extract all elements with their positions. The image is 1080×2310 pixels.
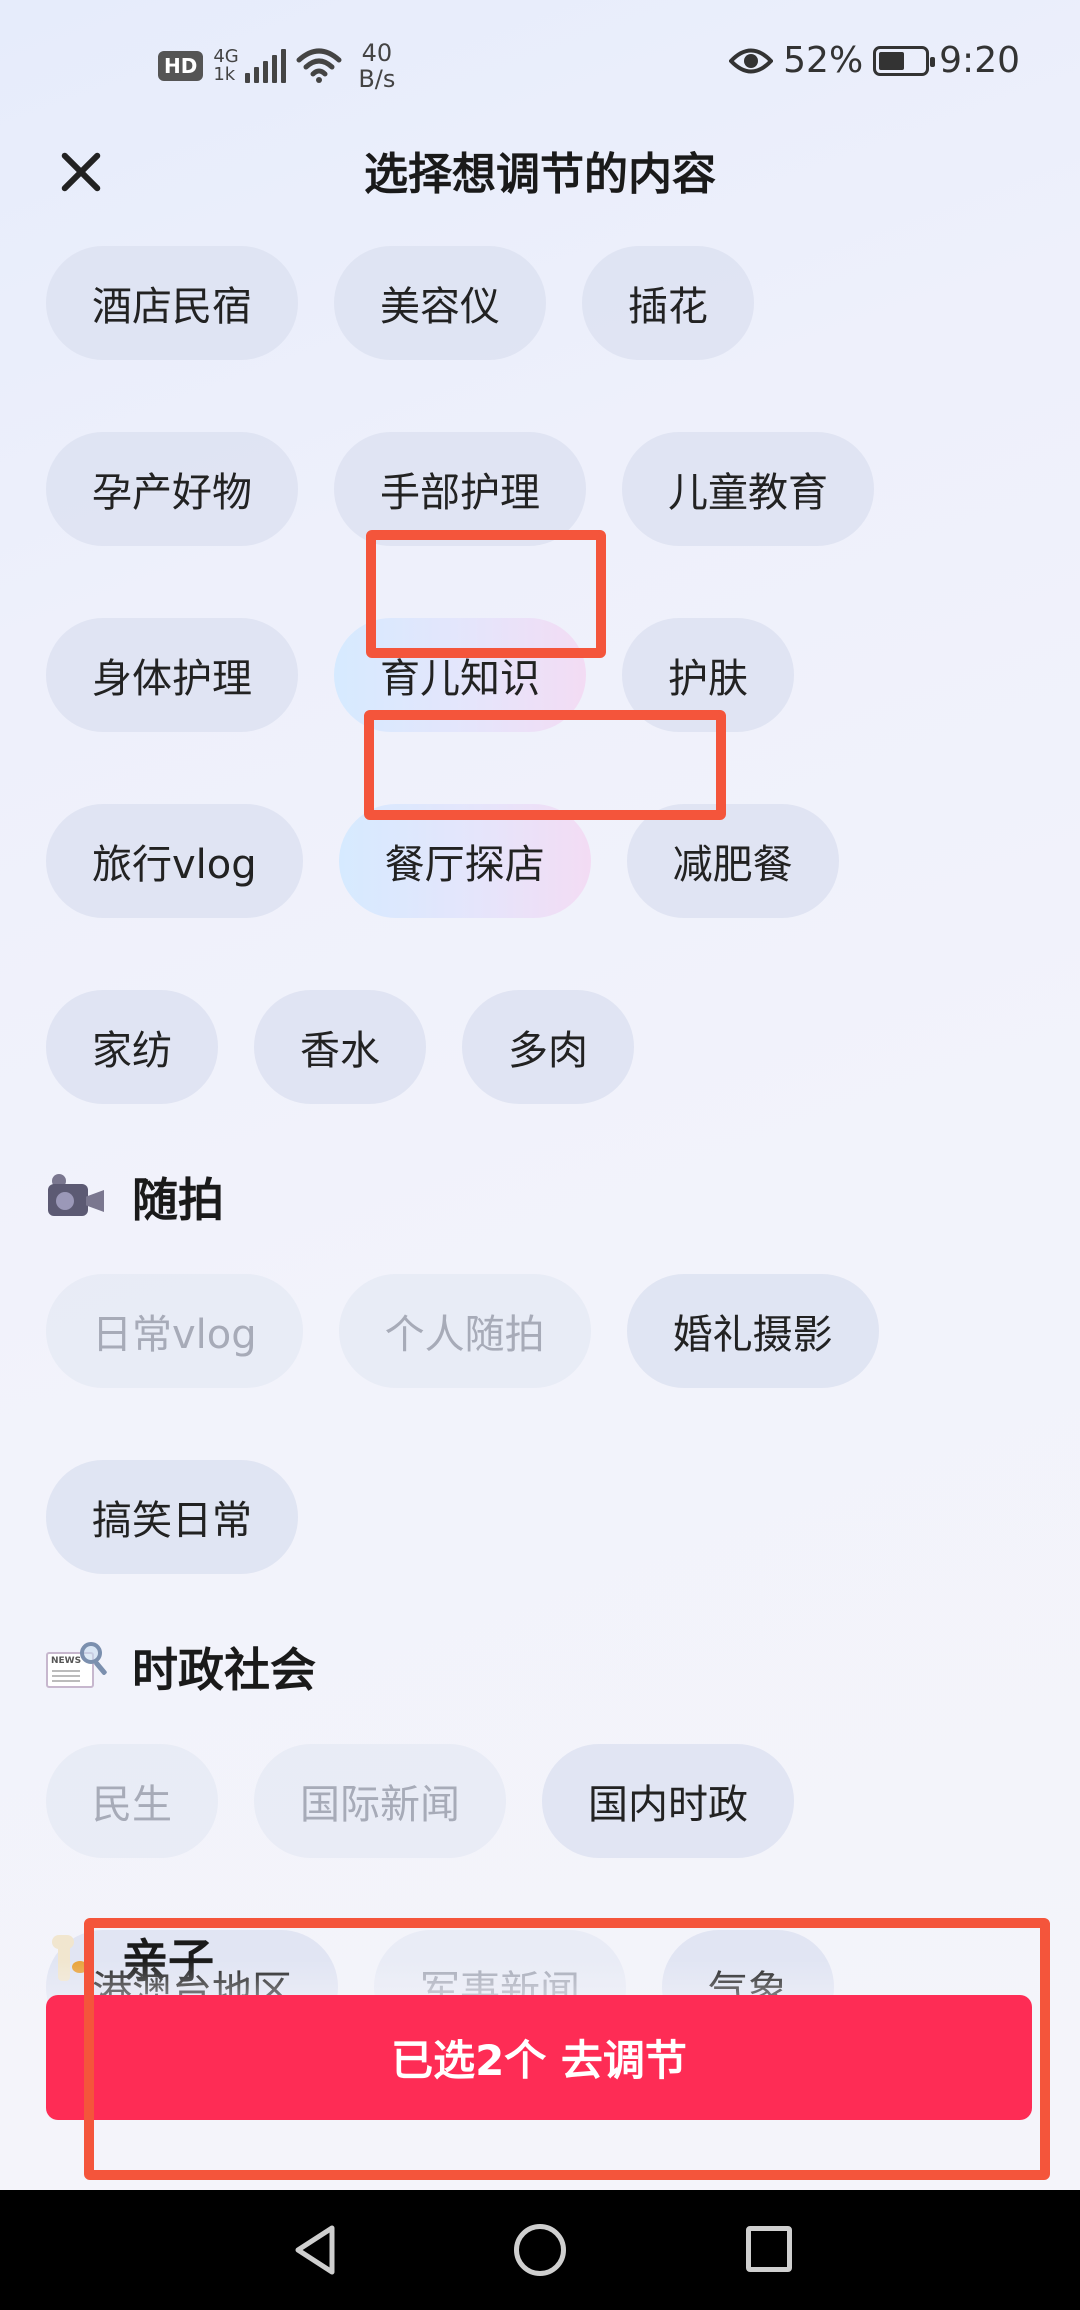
net-speed-value: 40 <box>361 39 393 67</box>
navigation-bar <box>0 2190 1080 2310</box>
chip[interactable]: 减肥餐 <box>626 804 839 918</box>
chip-disabled[interactable]: 个人随拍 <box>338 1274 591 1388</box>
chip[interactable]: 护肤 <box>622 618 794 732</box>
section-header-shizheng: NEWS 时政社会 <box>46 1634 1046 1700</box>
chip[interactable]: 国内时政 <box>542 1744 794 1858</box>
net-speed-unit: B/s <box>358 65 396 93</box>
cellular-signal-icon <box>245 49 287 83</box>
confirm-adjust-button[interactable]: 已选2个 去调节 <box>46 1995 1032 2120</box>
hd-badge: HD <box>158 51 204 81</box>
section-title: 时政社会 <box>132 1643 316 1697</box>
net-speed: 40 B/s <box>358 40 395 92</box>
chip[interactable]: 手部护理 <box>334 432 586 546</box>
chip-group-top: 酒店民宿 美容仪 插花 孕产好物 手部护理 儿童教育 身体护理 育儿知识 护肤 … <box>46 246 1046 1104</box>
header: 选择想调节的内容 <box>0 120 1080 220</box>
wifi-icon <box>296 48 342 83</box>
chip[interactable]: 多肉 <box>462 990 634 1104</box>
chip-selected[interactable]: 餐厅探店 <box>338 804 591 918</box>
content-list: 酒店民宿 美容仪 插花 孕产好物 手部护理 儿童教育 身体护理 育儿知识 护肤 … <box>46 246 1046 2044</box>
news-icon-text: NEWS <box>51 1656 82 1666</box>
status-left: HD 4G 1k 40 B/s <box>158 40 395 92</box>
chip[interactable]: 孕产好物 <box>46 432 298 546</box>
chip-disabled[interactable]: 日常vlog <box>46 1274 303 1388</box>
chip[interactable]: 搞笑日常 <box>46 1460 298 1574</box>
chip[interactable]: 婚礼摄影 <box>626 1274 879 1388</box>
chip[interactable]: 身体护理 <box>46 618 298 732</box>
chip[interactable]: 酒店民宿 <box>46 246 298 360</box>
chip-disabled[interactable]: 国际新闻 <box>254 1744 506 1858</box>
chip[interactable]: 旅行vlog <box>46 804 303 918</box>
battery-percent: 52% <box>783 40 864 81</box>
chip-selected[interactable]: 育儿知识 <box>334 618 586 732</box>
chip-disabled[interactable]: 民生 <box>46 1744 218 1858</box>
home-circle-icon[interactable] <box>514 2224 566 2276</box>
network-sub: 1k <box>213 64 236 85</box>
back-triangle-icon[interactable] <box>288 2222 344 2278</box>
chip[interactable]: 儿童教育 <box>622 432 874 546</box>
chip[interactable]: 插花 <box>582 246 754 360</box>
chip[interactable]: 家纺 <box>46 990 218 1104</box>
chip-group-suipai: 日常vlog 个人随拍 婚礼摄影 搞笑日常 <box>46 1274 1046 1574</box>
clock: 9:20 <box>939 40 1020 81</box>
chip[interactable]: 美容仪 <box>334 246 546 360</box>
eye-icon <box>729 48 774 73</box>
network-type-label: 4G 1k <box>213 48 238 85</box>
chip[interactable]: 香水 <box>254 990 426 1104</box>
status-bar: HD 4G 1k 40 B/s 52% 9:20 <box>0 0 1080 120</box>
video-camera-icon <box>46 1172 106 1222</box>
page-title: 选择想调节的内容 <box>364 149 716 200</box>
newspaper-magnifier-icon: NEWS <box>46 1642 108 1692</box>
recents-square-icon[interactable] <box>746 2226 792 2272</box>
status-right: 52% 9:20 <box>729 40 1020 81</box>
section-title: 随拍 <box>132 1173 224 1227</box>
battery-icon <box>873 45 936 76</box>
section-header-suipai: 随拍 <box>46 1164 1046 1230</box>
